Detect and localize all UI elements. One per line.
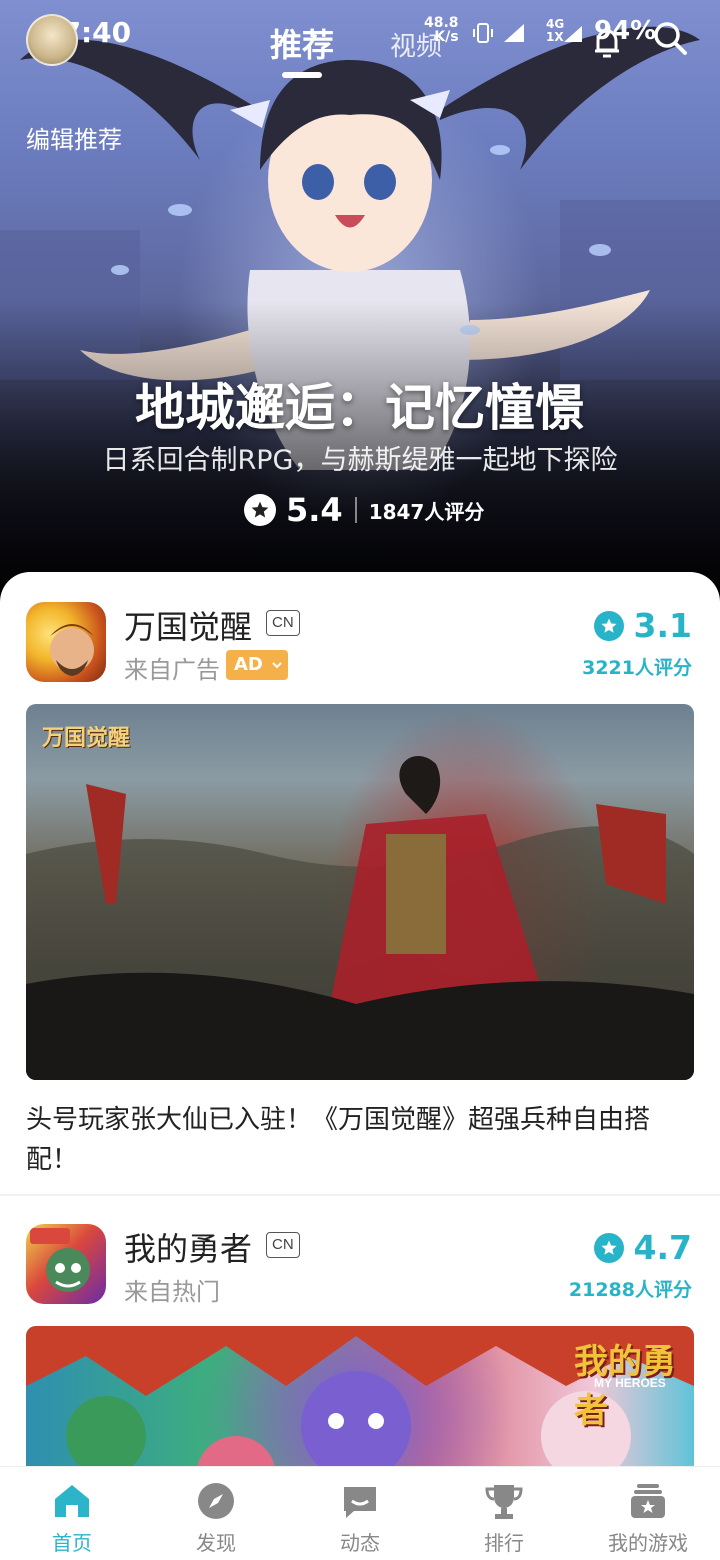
ad-badge[interactable]: AD [226,650,288,680]
game-source: 来自广告 [124,656,220,684]
game-icon-art [30,1228,90,1292]
star-icon [244,494,276,526]
nav-label: 我的游戏 [608,1531,688,1555]
nav-item-feed[interactable]: 动态 [288,1467,432,1560]
banner-logo-subtitle: MY HEROES [594,1376,666,1390]
game-library-icon [631,1484,665,1518]
chevron-down-icon [272,662,282,669]
game-name[interactable]: 万国觉醒 [124,602,252,648]
banner-artwork [26,755,694,1080]
game-source: 来自热门 [124,1278,220,1306]
star-icon [593,1232,624,1263]
hero-rating-count: 1847人评分 [368,499,485,524]
trophy-icon [485,1485,523,1519]
active-tab-indicator [282,72,322,78]
game-icon[interactable] [26,602,106,682]
message-icon [344,1487,376,1518]
section-label: 编辑推荐 [26,126,122,154]
nav-label: 排行 [484,1531,524,1555]
game-banner[interactable]: 我的勇者 MY HEROES [26,1326,694,1466]
hero-banner[interactable]: 07:40 48.8 K/s 4G 1X 94% 推荐 视频 编辑推荐 地城邂逅… [0,0,720,610]
region-badge: CN [266,1232,300,1258]
game-score: 3.1 [633,606,692,645]
nav-label: 发现 [196,1531,236,1555]
search-icon[interactable] [650,18,690,58]
game-rating: 3.1 3221人评分 [582,606,692,680]
game-rating: 4.7 21288人评分 [569,1228,692,1302]
compass-icon [198,1483,234,1519]
nav-item-discover[interactable]: 发现 [144,1467,288,1560]
game-rating-count: 3221人评分 [582,657,692,679]
game-banner[interactable]: 万国觉醒 [26,704,694,1080]
nav-item-home[interactable]: 首页 [0,1467,144,1560]
game-icon-art [50,624,94,676]
game-rating-count: 21288人评分 [568,1279,692,1301]
hero-subtitle: 日系回合制RPG，与赫斯缇雅一起地下探险 [102,445,618,476]
game-name[interactable]: 我的勇者 [124,1224,252,1270]
signal-icon-secondary [564,26,582,42]
user-avatar[interactable] [26,14,78,66]
signal-icon [504,24,524,42]
vibrate-icon [473,23,493,43]
tab-video[interactable]: 视频 [390,26,442,63]
game-feed[interactable]: 万国觉醒 CN 来自广告 AD 3.1 3221人评分 万国觉醒 头号玩家张大仙… [0,572,720,1466]
nav-label: 首页 [52,1531,92,1555]
home-icon [55,1485,89,1517]
star-icon [593,610,624,641]
bell-icon[interactable] [590,26,624,60]
game-score: 4.7 [633,1228,692,1267]
hero-rating: 5.4 1847人评分 [244,488,484,532]
game-description[interactable]: 头号玩家张大仙已入驻！《万国觉醒》超强兵种自由搭配！ [26,1100,694,1180]
tab-recommend[interactable]: 推荐 [270,20,334,66]
hero-title: 地城邂逅：记忆憧憬 [135,379,585,437]
game-icon[interactable] [26,1224,106,1304]
banner-logo: 万国觉醒 [42,726,131,751]
divider [354,497,357,523]
card-divider [0,1194,720,1196]
region-badge: CN [266,610,300,636]
nav-label: 动态 [340,1531,380,1555]
nav-item-ranking[interactable]: 排行 [432,1467,576,1560]
bottom-navigation: 首页 发现 动态 排行 我的游戏 [0,1466,720,1560]
hero-score: 5.4 [286,491,343,529]
nav-item-my-games[interactable]: 我的游戏 [576,1467,720,1560]
ad-badge-label: AD [234,654,263,675]
